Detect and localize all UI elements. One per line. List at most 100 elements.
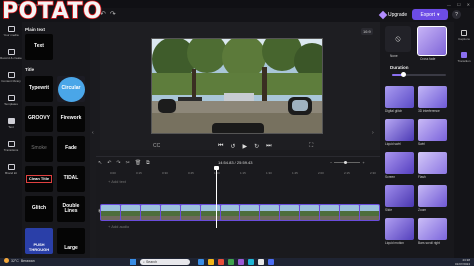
upgrade-button[interactable]: Upgrade <box>378 10 407 20</box>
weather-text: Berawan <box>20 258 35 263</box>
captions-toggle[interactable]: CC <box>153 143 160 149</box>
taskbar-app-icon[interactable] <box>208 259 214 265</box>
export-button[interactable]: Export ▾ <box>412 9 448 20</box>
redo-icon[interactable]: ↷ <box>116 160 120 166</box>
taskbar-app-icon[interactable] <box>228 259 234 265</box>
right-rail-transition[interactable]: Transition <box>454 52 474 63</box>
undo-icon[interactable]: ↶ <box>107 160 111 166</box>
transition-swirl[interactable] <box>418 119 447 141</box>
text-style-clean-title[interactable]: Clean Title <box>25 166 53 192</box>
watermark-text: POTATO <box>1 0 103 24</box>
close-button[interactable]: ✕ <box>467 2 470 7</box>
skip-forward-icon[interactable]: ⏭ <box>266 143 271 150</box>
split-icon[interactable]: ✂ <box>126 160 130 166</box>
forward-icon[interactable]: ↻ <box>254 143 259 150</box>
text-style-smoke[interactable]: Smoke <box>25 136 53 162</box>
video-clip[interactable] <box>100 204 380 221</box>
play-icon[interactable]: ▶ <box>242 143 247 150</box>
taskbar-app-icon[interactable] <box>218 259 224 265</box>
diamond-icon <box>378 10 388 20</box>
rewind-icon[interactable]: ↺ <box>230 143 235 150</box>
transition-label: Liquid motion <box>385 241 404 245</box>
ruler-tick-label: 0:15 <box>136 171 142 175</box>
zoom-in-icon[interactable]: + <box>362 160 364 165</box>
text-style-push-through[interactable]: PUSH THROUGH <box>25 228 53 254</box>
transition-digital-glitch[interactable] <box>385 86 414 108</box>
transition-label: Flash <box>418 175 426 179</box>
minimize-button[interactable]: — <box>447 2 451 7</box>
transition-slide[interactable] <box>385 185 414 207</box>
taskbar-app-icon[interactable] <box>198 259 204 265</box>
no-transition-option[interactable]: ⦸ <box>385 26 411 52</box>
captions-icon <box>461 30 467 36</box>
redo-icon[interactable]: ↷ <box>110 10 116 18</box>
timeline-toolbar: ↖ ↶ ↷ ✂ 🗑 ⧉ <box>98 160 150 166</box>
video-frame-image <box>152 39 322 133</box>
add-audio-track[interactable]: + Add audio <box>108 224 129 229</box>
rail-item-transitions[interactable]: Transitions <box>0 141 22 152</box>
transition-liquid-swirl[interactable] <box>385 119 414 141</box>
transition-zoom[interactable] <box>418 185 447 207</box>
system-tray-clock[interactable]: 23:38 01/07/2024 <box>414 258 470 266</box>
text-style-fade[interactable]: Fade <box>57 136 85 162</box>
taskbar-search[interactable]: ⌕ Search <box>140 259 190 265</box>
taskbar-app-icon[interactable] <box>258 259 264 265</box>
text-style-circular[interactable]: Circular <box>57 76 85 102</box>
windows-start-icon[interactable] <box>130 259 136 265</box>
ruler-tick-label: 0:00 <box>110 171 116 175</box>
help-button[interactable]: ? <box>452 10 461 19</box>
brand-kit-icon <box>7 164 15 170</box>
transition-bars-scroll-right[interactable] <box>418 218 447 240</box>
text-style-text[interactable]: Text <box>25 34 53 60</box>
text-icon <box>7 118 15 124</box>
transition-screen[interactable] <box>385 152 414 174</box>
fullscreen-icon[interactable]: ⛶ <box>309 143 313 150</box>
text-style-label: Firework <box>60 115 82 122</box>
ruler-tick-label: 2:15 <box>344 171 350 175</box>
taskbar-apps <box>198 259 274 265</box>
transition-label: Zoom <box>418 208 427 212</box>
text-style-tidal[interactable]: TIDAL <box>57 166 85 192</box>
rail-item-brand-kit[interactable]: Brand kit <box>0 164 22 175</box>
templates-icon <box>7 95 15 101</box>
rail-item-record-create[interactable]: Record & create <box>0 49 22 60</box>
text-style-groovy[interactable]: GROOVY <box>25 106 53 132</box>
rail-item-text[interactable]: Text <box>0 118 22 129</box>
zoom-slider[interactable] <box>334 161 361 164</box>
text-style-large[interactable]: Large <box>57 228 85 254</box>
rail-item-your-media[interactable]: Your media <box>0 26 22 37</box>
rail-item-templates[interactable]: Templates <box>0 95 22 106</box>
rail-item-content-library[interactable]: Content library <box>0 72 22 83</box>
selected-transition-cross-fade[interactable] <box>417 26 447 56</box>
transition-liquid-motion[interactable] <box>385 218 414 240</box>
duration-slider-handle[interactable] <box>400 72 406 77</box>
text-style-typewrit[interactable]: Typewrit <box>25 76 53 102</box>
transition-3d-interference[interactable] <box>418 86 447 108</box>
text-style-firework[interactable]: Firework <box>57 106 85 132</box>
collapse-right-panel-button[interactable]: › <box>372 130 374 136</box>
taskbar-app-icon[interactable] <box>248 259 254 265</box>
transition-flash[interactable] <box>418 152 447 174</box>
left-icon-rail: Your media Record & create Content library… <box>0 22 22 258</box>
duration-slider[interactable] <box>392 72 446 77</box>
add-text-track[interactable]: + Add text <box>108 179 380 184</box>
text-style-label: Clean Title <box>25 174 53 184</box>
select-icon[interactable]: ↖ <box>98 160 102 166</box>
right-rail-captions[interactable]: Captions <box>454 30 474 41</box>
aspect-ratio-button[interactable]: 16:9 <box>361 28 373 35</box>
ruler-tick-label: 2:30 <box>370 171 376 175</box>
playhead[interactable] <box>214 166 219 228</box>
text-style-glitch[interactable]: Glitch <box>25 196 53 222</box>
weather-widget[interactable]: 32°C Berawan <box>4 258 35 263</box>
duplicate-icon[interactable]: ⧉ <box>146 160 150 166</box>
zoom-out-icon[interactable]: − <box>330 160 332 165</box>
skip-back-icon[interactable]: ⏮ <box>218 143 223 150</box>
timecode: 14:54.83 / 25:59.43 <box>218 160 253 165</box>
collapse-left-panel-button[interactable]: ‹ <box>92 130 94 136</box>
text-style-double-lines[interactable]: Double Lines <box>57 196 85 222</box>
taskbar-app-icon[interactable] <box>238 259 244 265</box>
export-label: Export <box>420 11 435 18</box>
delete-icon[interactable]: 🗑 <box>135 160 141 166</box>
taskbar-app-icon[interactable] <box>268 259 274 265</box>
maximize-button[interactable]: ☐ <box>457 2 461 7</box>
